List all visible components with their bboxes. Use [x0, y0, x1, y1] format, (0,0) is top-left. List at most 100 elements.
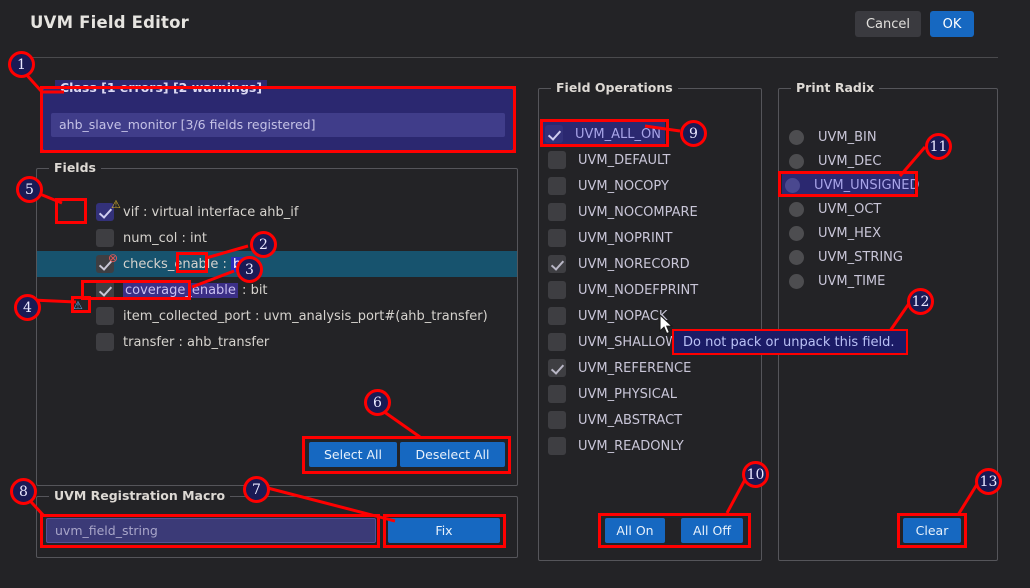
class-name-field[interactable]: ahb_slave_monitor [3/6 fields registered…: [51, 113, 505, 137]
field-operation-checkbox[interactable]: [548, 255, 566, 273]
fix-button[interactable]: Fix: [388, 518, 500, 543]
uvm-field-macro-input[interactable]: [46, 518, 376, 543]
field-operation-checkbox[interactable]: [548, 333, 566, 351]
radio-button[interactable]: [789, 250, 804, 265]
field-operation-item[interactable]: UVM_NODEFPRINT: [546, 277, 756, 303]
field-operation-checkbox[interactable]: [548, 359, 566, 377]
field-list-item[interactable]: coverage_enable : bit: [37, 277, 517, 303]
annotation-marker-2: 2: [250, 231, 277, 258]
field-operation-label: UVM_NOPRINT: [578, 231, 672, 246]
annotation-marker-13: 13: [975, 468, 1002, 495]
field-operation-checkbox[interactable]: [548, 385, 566, 403]
annotation-marker-10: 10: [742, 461, 769, 488]
field-operation-item[interactable]: UVM_REFERENCE: [546, 355, 756, 381]
radio-button[interactable]: [789, 154, 804, 169]
field-label: transfer : ahb_transfer: [123, 335, 269, 350]
field-checkbox[interactable]: [96, 307, 114, 325]
field-checkbox[interactable]: [96, 281, 114, 299]
print-radix-label-text: UVM_STRING: [818, 250, 903, 265]
field-operation-checkbox[interactable]: [548, 177, 566, 195]
all-on-button[interactable]: All On: [605, 518, 665, 543]
field-operation-checkbox[interactable]: [548, 411, 566, 429]
class-group-label: Class [1 errors] [2 warnings]: [55, 80, 267, 95]
field-list-item[interactable]: ⚠item_collected_port : uvm_analysis_port…: [37, 303, 517, 329]
select-all-button[interactable]: Select All: [309, 442, 397, 467]
field-operation-item[interactable]: UVM_ALL_ON: [543, 121, 665, 147]
field-operation-item[interactable]: UVM_NOCOMPARE: [546, 199, 756, 225]
field-label: item_collected_port : uvm_analysis_port#…: [123, 309, 488, 324]
field-operation-item[interactable]: UVM_NOCOPY: [546, 173, 756, 199]
radio-button[interactable]: [789, 202, 804, 217]
cancel-button[interactable]: Cancel: [855, 11, 921, 37]
title-bar: UVM Field Editor Cancel OK: [0, 0, 1030, 48]
annotation-marker-5: 5: [16, 176, 43, 203]
error-circle-icon: ⊗: [108, 252, 118, 264]
warning-triangle-icon: ⚠: [111, 199, 121, 210]
annotation-marker-3: 3: [236, 256, 263, 283]
field-list-item[interactable]: ⊗checks_enable : bit: [37, 251, 517, 277]
annotation-marker-11: 11: [925, 133, 952, 160]
field-operation-checkbox[interactable]: [548, 281, 566, 299]
field-checkbox[interactable]: [96, 333, 114, 351]
field-operation-label: UVM_REFERENCE: [578, 361, 691, 376]
print-radix-label-text: UVM_UNSIGNED: [814, 178, 919, 193]
field-operation-label: UVM_NOCOMPARE: [578, 205, 698, 220]
field-list-item[interactable]: transfer : ahb_transfer: [37, 329, 517, 355]
print-radix-option[interactable]: UVM_BIN: [786, 125, 986, 149]
tooltip-popup: Do not pack or unpack this field.: [672, 329, 908, 355]
field-operation-label: UVM_NOPACK: [578, 309, 667, 324]
annotation-marker-9: 9: [680, 120, 707, 147]
print-radix-option[interactable]: UVM_UNSIGNED: [782, 173, 914, 197]
field-operation-item[interactable]: UVM_NORECORD: [546, 251, 756, 277]
annotation-marker-4: 4: [14, 294, 41, 321]
radio-button[interactable]: [789, 226, 804, 241]
field-operation-label: UVM_NODEFPRINT: [578, 283, 698, 298]
field-operation-checkbox[interactable]: [548, 229, 566, 247]
uvm-field-editor-dialog: UVM Field Editor Cancel OK Class [1 erro…: [0, 0, 1030, 588]
checkmark-icon: [551, 362, 563, 374]
radio-button[interactable]: [789, 130, 804, 145]
field-operation-item[interactable]: UVM_READONLY: [546, 433, 756, 459]
field-label: vif : virtual interface ahb_if: [123, 205, 298, 220]
all-off-button[interactable]: All Off: [681, 518, 743, 543]
print-radix-label-text: UVM_TIME: [818, 274, 885, 289]
field-operation-item[interactable]: UVM_PHYSICAL: [546, 381, 756, 407]
field-label: num_col : int: [123, 231, 207, 246]
print-radix-option[interactable]: UVM_STRING: [786, 245, 986, 269]
field-operation-label: UVM_PHYSICAL: [578, 387, 677, 402]
checkmark-icon: [548, 128, 560, 140]
field-operation-item[interactable]: UVM_NOPACK: [546, 303, 756, 329]
field-operation-checkbox[interactable]: [548, 203, 566, 221]
field-operation-item[interactable]: UVM_ABSTRACT: [546, 407, 756, 433]
radio-button[interactable]: [785, 178, 800, 193]
field-operation-checkbox[interactable]: [548, 151, 566, 169]
clear-button[interactable]: Clear: [903, 518, 961, 543]
page-title: UVM Field Editor: [30, 13, 189, 32]
field-operation-label: UVM_NORECORD: [578, 257, 690, 272]
field-list-item[interactable]: ⚠vif : virtual interface ahb_if: [37, 199, 517, 225]
checkmark-icon: [99, 284, 111, 296]
field-operation-item[interactable]: UVM_DEFAULT: [546, 147, 756, 173]
annotation-marker-8: 8: [10, 478, 37, 505]
field-list-item[interactable]: num_col : int: [37, 225, 517, 251]
ok-button[interactable]: OK: [930, 11, 974, 37]
field-operation-item[interactable]: UVM_NOPRINT: [546, 225, 756, 251]
field-operation-checkbox[interactable]: [548, 307, 566, 325]
field-operation-label: UVM_ABSTRACT: [578, 413, 682, 428]
print-radix-label-text: UVM_DEC: [818, 154, 881, 169]
field-checkbox[interactable]: [96, 229, 114, 247]
print-radix-option[interactable]: UVM_HEX: [786, 221, 986, 245]
annotation-marker-6: 6: [364, 389, 391, 416]
field-operation-checkbox[interactable]: [545, 125, 563, 143]
field-operation-label: UVM_DEFAULT: [578, 153, 670, 168]
print-radix-option[interactable]: UVM_TIME: [786, 269, 986, 293]
radio-button[interactable]: [789, 274, 804, 289]
print-radix-option[interactable]: UVM_OCT: [786, 197, 986, 221]
print-radix-option[interactable]: UVM_DEC: [786, 149, 986, 173]
annotation-marker-1: 1: [8, 51, 35, 78]
field-operation-checkbox[interactable]: [548, 437, 566, 455]
print-radix-label-text: UVM_BIN: [818, 130, 877, 145]
deselect-all-button[interactable]: Deselect All: [400, 442, 505, 467]
mouse-cursor: [659, 314, 675, 340]
annotation-marker-12: 12: [907, 288, 934, 315]
